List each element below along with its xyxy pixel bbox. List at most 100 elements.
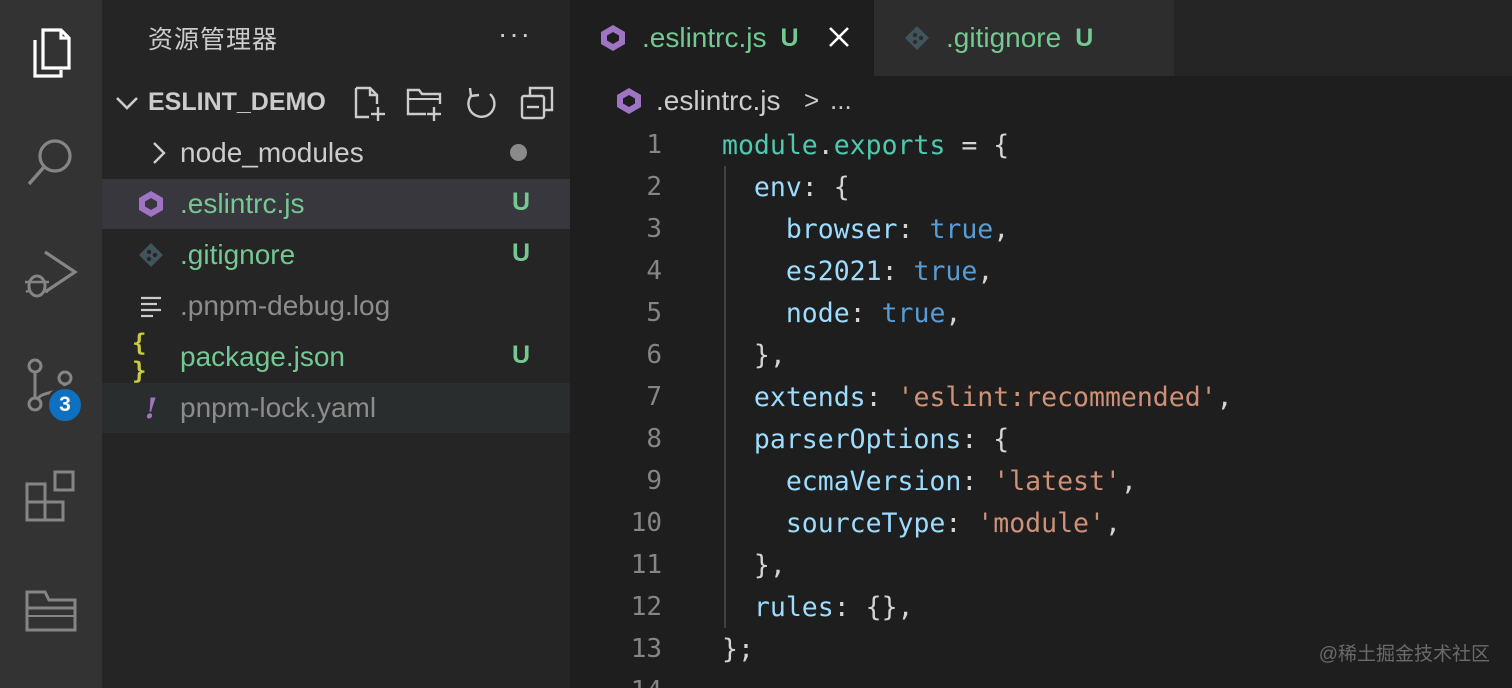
code-text: parserOptions: { [753,424,1010,455]
folders-icon [25,590,77,632]
project-actions [350,84,556,122]
code-text: ecmaVersion: 'latest', [785,466,1137,497]
new-folder-icon [406,88,442,121]
tree-item-label: node_modules [180,137,364,168]
git-icon [902,23,932,53]
line-number: 6 [646,340,662,370]
project-name: ESLINT_DEMO [148,88,326,116]
project-header[interactable]: ESLINT_DEMO [102,78,570,128]
line-number: 7 [646,382,662,412]
eslint-icon [598,23,628,53]
line-number: 13 [630,634,662,664]
code-line: 3 browser: true, [570,208,1512,250]
tree-item-node-modules[interactable]: node_modules [102,128,570,178]
code-editor[interactable]: 1 module.exports = { 2 env: { 3 browser:… [570,124,1512,688]
tab-label: .eslintrc.js [642,22,767,53]
code-line: 14 [570,670,1512,688]
code-line: 5 node: true, [570,292,1512,334]
code-text: }, [722,340,786,371]
collapse-all-icon [520,86,554,120]
tree-item-label: pnpm-lock.yaml [180,392,377,423]
run-debug-activity-button[interactable] [0,222,102,326]
code-line: 12 rules: {}, [570,586,1512,628]
code-text: }, [722,550,786,581]
tree-item-label: .pnpm-debug.log [180,290,391,321]
new-file-button[interactable] [350,84,388,122]
code-line: 4 es2021: true, [570,250,1512,292]
breadcrumb-symbols[interactable]: ... [830,85,852,116]
breadcrumb-separator: > [804,85,820,115]
tab-eslintrc[interactable]: .eslintrc.js U [570,0,874,76]
tree-item-pnpm-lock[interactable]: ! pnpm-lock.yaml [102,383,570,433]
git-icon [136,240,166,270]
explorer-title: 资源管理器 [148,26,279,54]
code-line: 6 }, [570,334,1512,376]
untracked-status: U [512,188,531,216]
search-activity-button[interactable] [0,110,102,214]
tab-status: U [780,23,799,52]
source-control-badge: 3 [46,386,84,424]
tree-item-pnpm-debug-log[interactable]: .pnpm-debug.log [102,281,570,331]
line-number: 3 [646,214,662,244]
chevron-down-icon [116,97,138,110]
activity-bar: 3 [0,0,102,688]
line-number: 8 [646,424,662,454]
code-line: 9 ecmaVersion: 'latest', [570,460,1512,502]
run-debug-icon [25,250,78,298]
breadcrumb: .eslintrc.js > ... [570,78,1512,124]
folders-activity-button[interactable] [0,556,102,660]
line-number: 10 [630,508,662,538]
line-number: 5 [646,298,662,328]
code-line: 2 env: { [570,166,1512,208]
new-folder-button[interactable] [406,84,444,122]
code-text: module.exports = { [722,130,1010,161]
editor-tabs: .eslintrc.js U .gitignore U [570,0,1512,76]
code-text: rules: {}, [753,592,914,623]
line-number: 9 [646,466,662,496]
code-line: 1 module.exports = { [570,124,1512,166]
line-number: 11 [630,550,662,580]
line-number: 1 [646,130,662,160]
more-actions-button[interactable]: ··· [498,18,532,50]
watermark: @稀土掘金技术社区 [1318,644,1490,665]
code-text: browser: true, [785,214,1010,245]
line-number: 14 [570,676,662,688]
code-text: extends: 'eslint:recommended', [753,382,1233,413]
extensions-icon [25,470,75,522]
search-icon [27,139,72,186]
code-line: 11 }, [570,544,1512,586]
line-number: 2 [646,172,662,202]
extensions-activity-button[interactable] [0,444,102,548]
tree-item-label: .gitignore [180,239,296,270]
eslint-icon [136,189,166,219]
code-text: sourceType: 'module', [785,508,1121,539]
source-control-activity-button[interactable] [0,334,102,438]
untracked-status: U [512,239,531,267]
refresh-icon [467,87,496,118]
explorer-sidebar: 资源管理器 ··· ESLINT_DEMO node_modules .esli… [102,0,570,688]
yaml-icon: ! [144,391,158,425]
close-icon[interactable] [824,22,854,52]
tree-item-label: .eslintrc.js [180,188,305,219]
tab-gitignore[interactable]: .gitignore U [874,0,1174,76]
line-number: 12 [630,592,662,622]
tab-label: .gitignore [946,22,1062,53]
untracked-status: U [512,341,531,369]
tab-status: U [1075,23,1094,52]
tree-item-eslintrc[interactable]: .eslintrc.js U [102,179,570,229]
log-file-icon [136,291,166,321]
line-number: 4 [646,256,662,286]
refresh-button[interactable] [462,84,500,122]
tree-item-package-json[interactable]: { } package.json U [102,329,570,385]
code-line: 8 parserOptions: { [570,418,1512,460]
json-icon: { } [132,329,147,385]
chevron-right-icon [144,138,174,168]
explorer-activity-button[interactable] [0,0,102,104]
breadcrumb-file[interactable]: .eslintrc.js [656,85,780,117]
code-line: 10 sourceType: 'module', [570,502,1512,544]
modified-dot [510,144,527,161]
tree-item-label: package.json [180,341,346,372]
code-text: }; [722,634,754,665]
tree-item-gitignore[interactable]: .gitignore U [102,230,570,280]
collapse-all-button[interactable] [518,84,556,122]
